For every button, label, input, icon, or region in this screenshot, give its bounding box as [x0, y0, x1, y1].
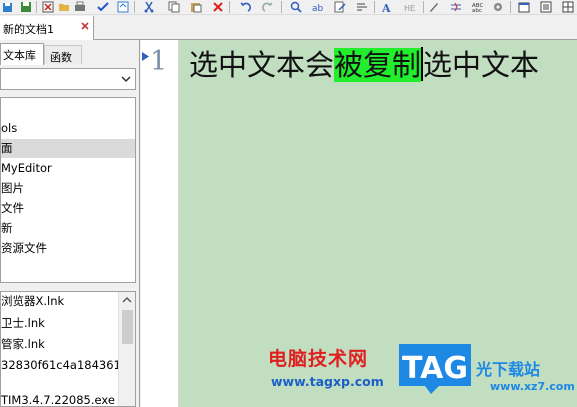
left-panel: 文本库 函数 ols 面 MyEditor 图片 文件 新 资源文件 浏览器X.…: [0, 40, 140, 407]
folder-item[interactable]: MyEditor: [1, 159, 135, 178]
font-size-increase-icon[interactable]: A: [382, 1, 394, 13]
folder-item[interactable]: ols: [1, 119, 135, 138]
file-list: 浏览器X.lnk 卫士.lnk 管家.lnk 32830f61c4a184361…: [0, 291, 136, 407]
selected-text[interactable]: 被复制: [334, 48, 422, 82]
folder-item[interactable]: 文件: [1, 199, 135, 218]
line-number-gutter: 1: [141, 40, 179, 407]
watermark-url: www.tagxp.com: [271, 374, 384, 389]
watermark-cn-text: 电脑技术网: [268, 348, 369, 370]
svg-text:ab: ab: [312, 4, 324, 13]
svg-text:HEX: HEX: [404, 4, 416, 13]
edit-icon[interactable]: [334, 1, 346, 13]
folder-item[interactable]: 新: [1, 219, 135, 238]
abc-icon[interactable]: ABCabc: [472, 1, 484, 13]
library-dropdown[interactable]: [0, 68, 136, 90]
save-all-icon[interactable]: [2, 1, 14, 13]
cut-icon[interactable]: [143, 1, 155, 13]
hex-icon[interactable]: HEX: [404, 1, 416, 13]
delete-icon[interactable]: [212, 1, 224, 13]
svg-text:abc: abc: [472, 8, 482, 13]
file-item[interactable]: TIM3.4.7.22085.exe: [1, 390, 119, 406]
redo-icon[interactable]: [262, 1, 274, 13]
close-doc-icon[interactable]: [42, 1, 54, 13]
current-line-marker-icon: [142, 52, 149, 61]
toolbar: ab A HEX ABCabc: [0, 0, 577, 15]
text-after-selection: 选中文本: [423, 48, 540, 82]
file-item[interactable]: 32830f61c4a1843616: [1, 355, 119, 375]
wrap-icon[interactable]: [356, 1, 368, 13]
tab-text-library[interactable]: 文本库: [0, 43, 44, 65]
tag-logo-icon: TAG: [399, 344, 471, 394]
file-list-scrollbar[interactable]: [118, 292, 135, 406]
copy-icon[interactable]: [168, 1, 180, 13]
tab-functions[interactable]: 函数: [44, 45, 82, 64]
chevron-down-icon[interactable]: [117, 69, 135, 89]
file-item[interactable]: 管家.lnk: [1, 334, 119, 354]
folder-item[interactable]: 资源文件: [1, 239, 135, 258]
folder-item[interactable]: 图片: [1, 179, 135, 198]
editor-line[interactable]: 选中文本会被复制选中文本: [189, 45, 539, 85]
tab-new-document[interactable]: 新的文档1: [0, 16, 94, 40]
text-before-selection: 选中文本会: [189, 48, 335, 82]
document-tab-strip: 新的文档1: [0, 16, 577, 40]
refresh-icon[interactable]: [117, 1, 129, 13]
file-item[interactable]: 卫士.lnk: [1, 313, 119, 333]
watermark: 电脑技术网 www.tagxp.com TAG 光下载站 www.xz7.com: [268, 340, 577, 407]
file-item[interactable]: 浏览器X.lnk: [1, 292, 119, 311]
watermark-site-text: 光下载站: [476, 360, 541, 379]
pen-icon[interactable]: [428, 1, 440, 13]
settings-icon[interactable]: [492, 1, 504, 13]
find-icon[interactable]: [290, 1, 302, 13]
open-icon[interactable]: [58, 1, 70, 13]
scroll-thumb[interactable]: [122, 310, 133, 344]
folder-item-selected[interactable]: 面: [1, 139, 135, 158]
insert-icon[interactable]: [450, 1, 462, 13]
print-icon[interactable]: [74, 1, 86, 13]
tab-label: 新的文档1: [3, 23, 54, 36]
panel-tab-strip: 文本库 函数: [0, 43, 140, 65]
close-icon[interactable]: [80, 21, 90, 31]
check-icon[interactable]: [97, 1, 109, 13]
undo-icon[interactable]: [239, 1, 251, 13]
list-icon[interactable]: [540, 1, 552, 13]
scroll-up-icon[interactable]: [122, 296, 132, 304]
grid-icon[interactable]: [562, 1, 574, 13]
folder-list: ols 面 MyEditor 图片 文件 新 资源文件: [0, 97, 136, 283]
save-icon[interactable]: [20, 1, 32, 13]
line-number: 1: [150, 46, 168, 77]
svg-text:A: A: [382, 2, 391, 13]
paste-icon[interactable]: [190, 1, 202, 13]
window-icon[interactable]: [518, 1, 530, 13]
replace-icon[interactable]: ab: [312, 1, 324, 13]
watermark-site-url: www.xz7.com: [490, 380, 575, 393]
tag-logo-text: TAG: [402, 351, 468, 386]
